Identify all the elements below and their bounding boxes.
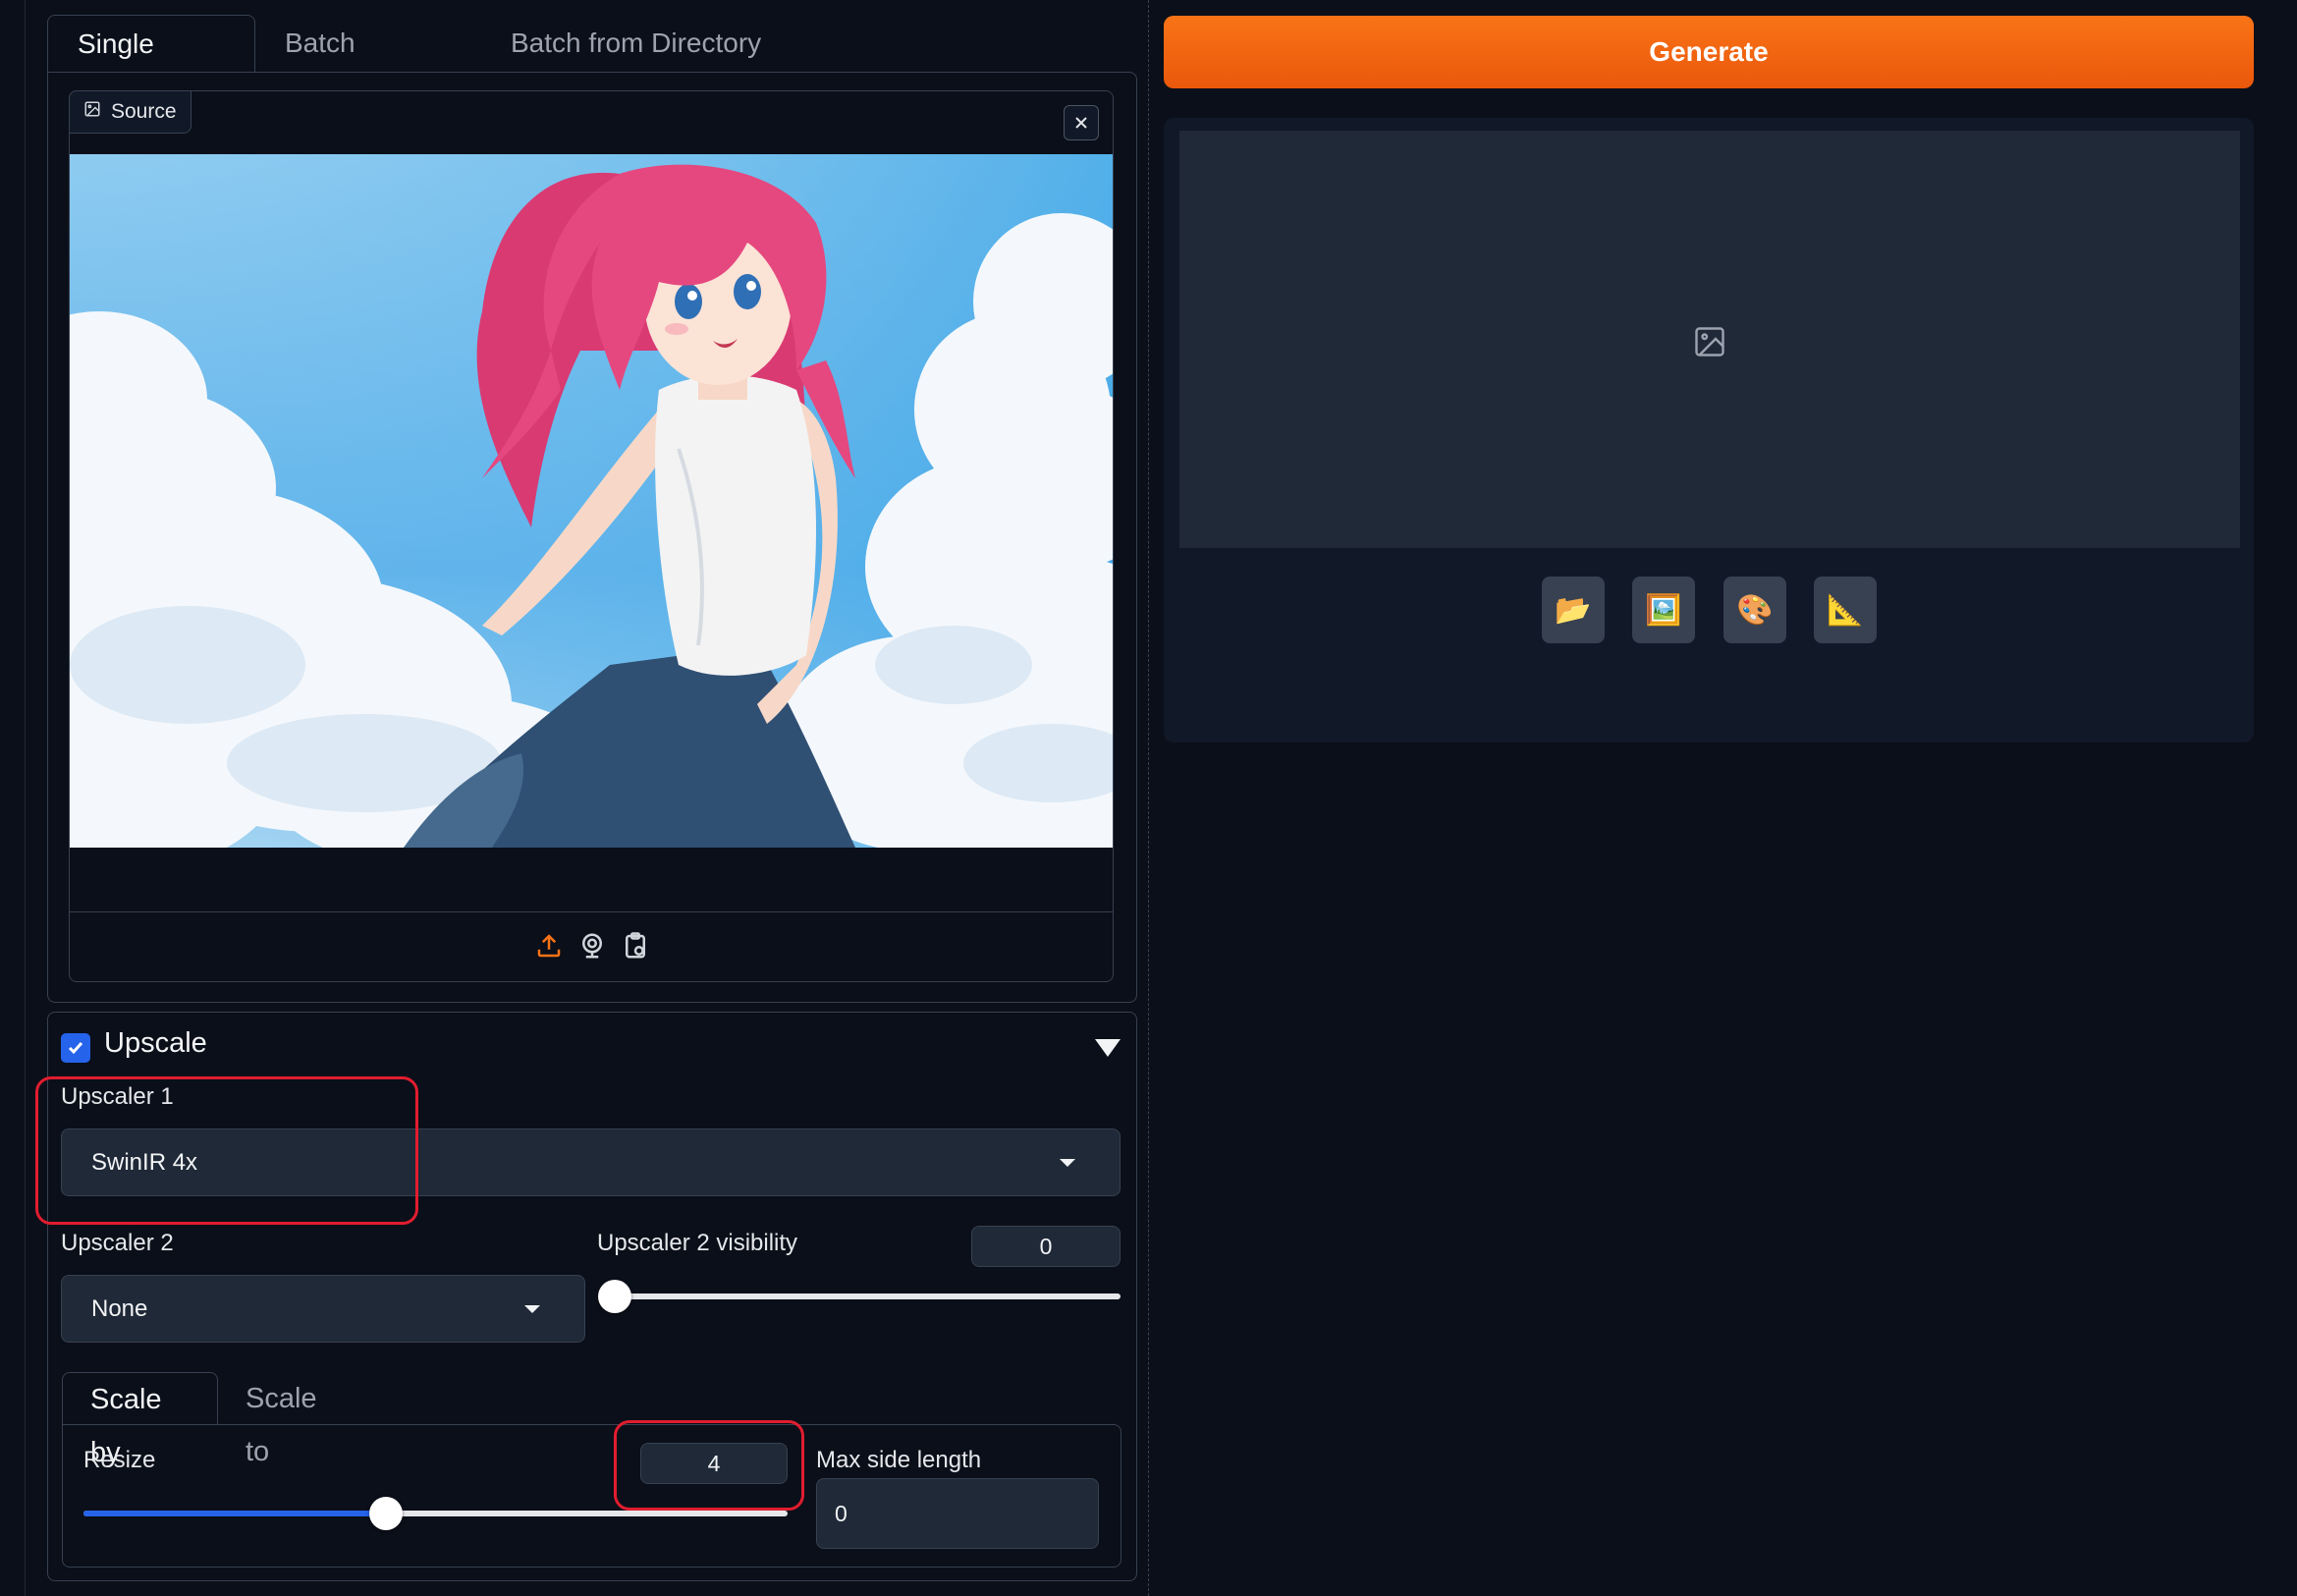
open-folder-button[interactable]: 📂 [1542,577,1605,643]
send-to-image-button[interactable]: 🖼️ [1632,577,1695,643]
close-icon[interactable] [1064,105,1099,140]
tab-scale-by[interactable]: Scale by [62,1372,218,1468]
collapse-caret-icon[interactable] [1095,1039,1121,1057]
anime-girl-image [70,154,1113,848]
send-to-extras-button[interactable]: 📐 [1814,577,1877,643]
chevron-down-icon [1060,1159,1075,1167]
tab-batch-process[interactable]: Batch Process [255,15,481,115]
webcam-icon[interactable] [577,931,607,965]
upload-icon[interactable] [534,931,564,965]
visibility-slider-track[interactable] [615,1293,1121,1299]
highlight-box-upscaler1 [35,1076,418,1225]
highlight-box-resize [614,1420,804,1511]
tab-single-image[interactable]: Single Image [47,15,255,116]
source-image [70,154,1113,848]
source-label: Source [69,90,191,134]
upscale-title: Upscale [104,1027,207,1059]
source-toolbar [520,928,663,967]
send-to-inpaint-button[interactable]: 🎨 [1723,577,1786,643]
visibility-label: Upscaler 2 visibility [597,1230,798,1256]
upscaler2-value: None [91,1294,148,1322]
upscale-checkbox[interactable] [61,1033,90,1063]
resize-label: Resize [83,1447,156,1473]
clipboard-icon[interactable] [621,931,650,965]
image-placeholder-icon [1692,324,1727,359]
chevron-down-icon [524,1305,540,1313]
mode-tabs: Single Image Batch Process Batch from Di… [47,15,1137,116]
left-border [25,0,26,1596]
visibility-number-input[interactable]: 0 [971,1226,1121,1267]
upscaler2-label: Upscaler 2 [61,1230,174,1256]
tab-batch-from-directory[interactable]: Batch from Directory [481,15,805,72]
resize-slider-fill [83,1511,387,1516]
max-side-input[interactable]: 0 [816,1478,1099,1549]
column-divider [1148,0,1149,1596]
tab-scale-to[interactable]: Scale to [218,1372,375,1467]
source-footer-divider [70,911,1113,912]
source-label-text: Source [111,100,177,123]
upscaler2-dropdown[interactable]: None [61,1275,585,1343]
max-side-label: Max side length [816,1447,982,1473]
generate-button[interactable]: Generate [1164,16,2254,88]
image-icon [83,100,101,124]
visibility-slider-thumb[interactable] [598,1280,631,1313]
